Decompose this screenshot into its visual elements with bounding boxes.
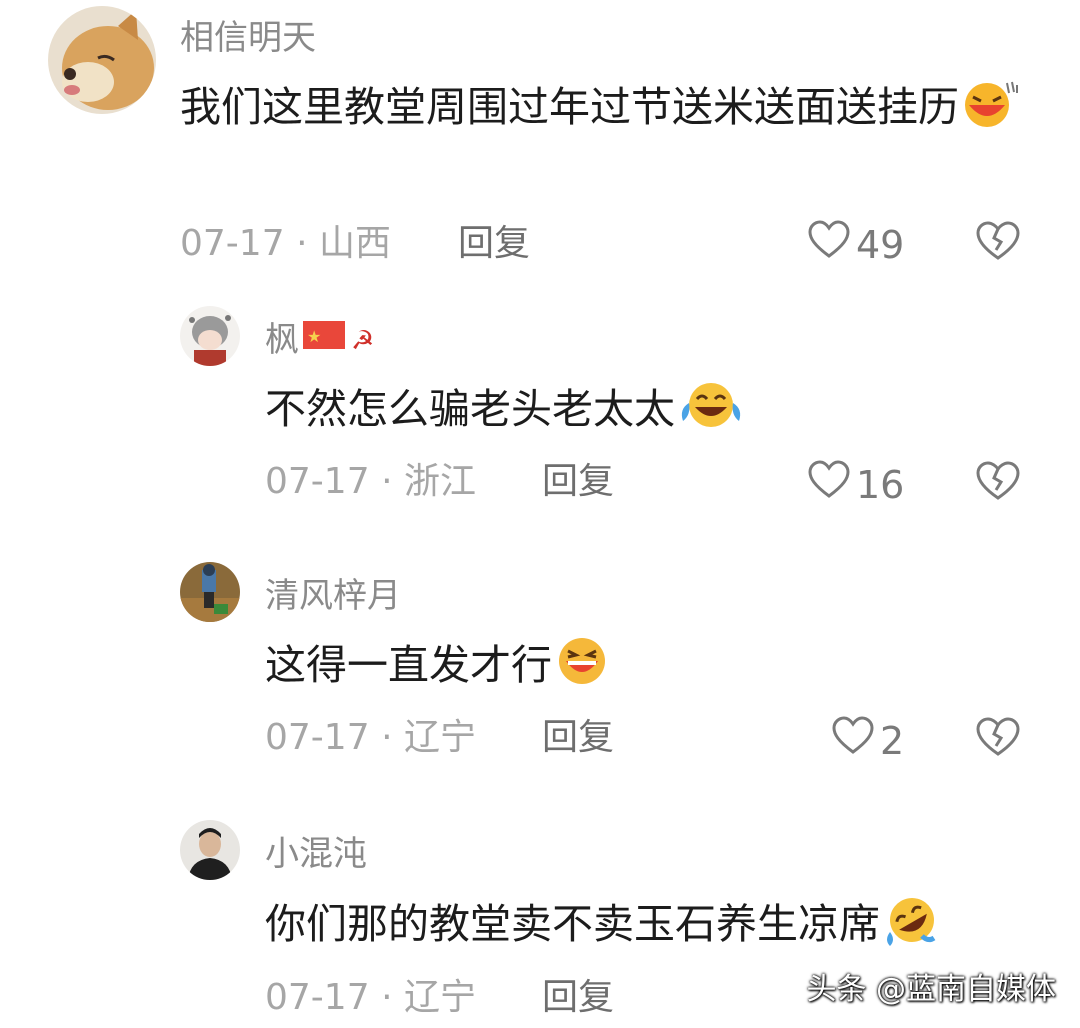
comment-text-content: 不然怎么骗老头老太太 (265, 385, 675, 433)
person-avatar-icon (180, 820, 240, 880)
comment-date: 07-17 (180, 223, 285, 264)
dislike-button[interactable] (976, 716, 1020, 762)
reply-button[interactable]: 回复 (458, 222, 530, 266)
comment-username-text: 枫 (265, 320, 299, 360)
comment-location: 辽宁 (403, 977, 476, 1018)
like-button[interactable]: 16 (808, 460, 904, 509)
comment-location: 山西 (318, 223, 391, 264)
meta-separator: · (381, 461, 393, 502)
rolling-laughing-emoji-icon (882, 892, 942, 963)
like-count: 16 (856, 462, 905, 507)
comment-location: 辽宁 (403, 717, 476, 758)
comment-text: 你们那的教堂卖不卖玉石养生凉席 (265, 892, 1045, 963)
heart-icon (832, 716, 874, 765)
broken-heart-icon (976, 717, 1020, 756)
dislike-button[interactable] (976, 220, 1020, 266)
tears-of-joy-emoji-icon (677, 379, 745, 448)
figure-avatar-icon (180, 562, 240, 622)
anime-avatar-icon (180, 306, 240, 366)
comment-date: 07-17 (265, 977, 370, 1018)
avatar[interactable] (180, 306, 240, 366)
reply-button[interactable]: 回复 (542, 716, 614, 760)
comment-meta: 07-17 · 浙江 (265, 460, 476, 504)
heart-icon (808, 220, 850, 269)
broken-heart-icon (976, 221, 1020, 260)
hammer-sickle-icon: ☭ (351, 326, 375, 356)
comment-text-content: 我们这里教堂周围过年过节送米送面送挂历 (180, 83, 959, 131)
comment-date: 07-17 (265, 461, 370, 502)
meta-separator: · (381, 717, 393, 758)
comment-text: 我们这里教堂周围过年过节送米送面送挂历 (180, 76, 1020, 146)
china-flag-icon (303, 317, 345, 357)
like-count: 2 (880, 718, 905, 763)
broken-heart-icon (976, 461, 1020, 500)
comment-date: 07-17 (265, 717, 370, 758)
comment-text: 这得一直发才行 (265, 634, 1025, 704)
grinning-emoji-icon (554, 635, 610, 704)
watermark: 头条 @蓝南自媒体 (806, 972, 1056, 1007)
comment-meta: 07-17 · 山西 (180, 222, 391, 266)
like-count: 49 (856, 222, 905, 267)
avatar[interactable] (180, 562, 240, 622)
reply-button[interactable]: 回复 (542, 976, 614, 1020)
comment-username[interactable]: 小混沌 (265, 834, 367, 874)
meta-separator: · (296, 223, 308, 264)
avatar[interactable] (180, 820, 240, 880)
like-button[interactable]: 2 (832, 716, 904, 765)
dislike-button[interactable] (976, 460, 1020, 506)
comment-text-content: 你们那的教堂卖不卖玉石养生凉席 (265, 900, 880, 948)
meta-separator: · (381, 977, 393, 1018)
like-button[interactable]: 49 (808, 220, 904, 269)
comment-meta: 07-17 · 辽宁 (265, 976, 476, 1020)
comment-location: 浙江 (403, 461, 476, 502)
heart-icon (808, 460, 850, 509)
comment-username[interactable]: 相信明天 (180, 18, 316, 58)
comment-meta: 07-17 · 辽宁 (265, 716, 476, 760)
comment-username[interactable]: 清风梓月 (265, 576, 401, 616)
comment-username[interactable]: 枫☭ (265, 317, 375, 361)
comment-text: 不然怎么骗老头老太太 (265, 378, 1025, 448)
comment-text-content: 这得一直发才行 (265, 641, 552, 689)
dog-avatar-icon (48, 6, 156, 114)
avatar[interactable] (48, 6, 156, 114)
laughing-emoji-icon (961, 79, 1019, 146)
reply-button[interactable]: 回复 (542, 460, 614, 504)
